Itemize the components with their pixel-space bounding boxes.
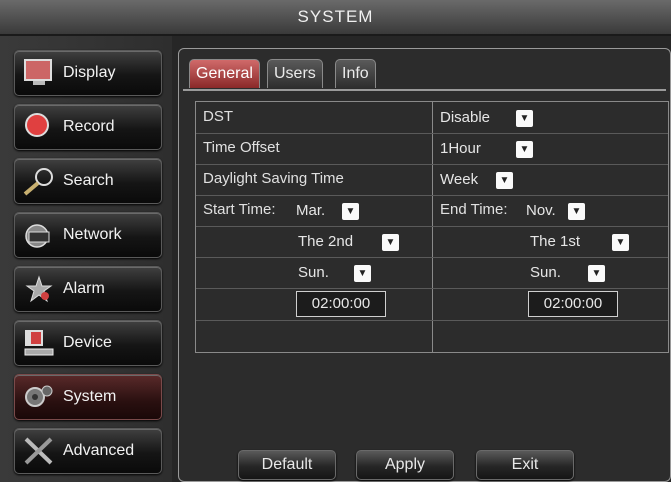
end-time-input[interactable]: 02:00:00 — [528, 291, 618, 317]
sidebar-item-label: Network — [63, 226, 122, 243]
sidebar-item-system[interactable]: System — [14, 374, 162, 420]
sidebar-item-label: Device — [63, 334, 112, 351]
end-day-value: Sun. — [530, 264, 561, 281]
record-icon — [23, 112, 55, 142]
row-divider — [196, 133, 668, 134]
start-month-select[interactable]: Mar. ▼ — [296, 199, 366, 223]
dst-value: Disable — [440, 109, 491, 126]
row-divider — [196, 288, 668, 289]
chevron-down-icon[interactable]: ▼ — [354, 265, 371, 282]
sidebar-item-record[interactable]: Record — [14, 104, 162, 150]
time-offset-value: 1Hour — [440, 140, 481, 157]
chevron-down-icon[interactable]: ▼ — [588, 265, 605, 282]
search-icon — [23, 166, 55, 196]
sidebar-item-device[interactable]: Device — [14, 320, 162, 366]
monitor-icon — [23, 58, 55, 88]
window-title: SYSTEM — [0, 0, 671, 36]
row-divider — [196, 320, 668, 321]
end-month-value: Nov. — [526, 202, 556, 219]
settings-panel-area: General Users Info DST Disable ▼ Time Of… — [172, 36, 671, 482]
sidebar-item-display[interactable]: Display — [14, 50, 162, 96]
dst-mode-value: Week — [440, 171, 479, 188]
tab-info[interactable]: Info — [335, 59, 376, 88]
sidebar-item-label: Search — [63, 172, 114, 189]
system-icon — [23, 382, 55, 412]
start-week-select[interactable]: The 2nd ▼ — [298, 230, 408, 254]
chevron-down-icon[interactable]: ▼ — [342, 203, 359, 220]
tab-general[interactable]: General — [189, 59, 260, 88]
dst-select[interactable]: Disable ▼ — [440, 106, 540, 130]
end-week-select[interactable]: The 1st ▼ — [530, 230, 640, 254]
alarm-icon — [23, 274, 55, 304]
dst-label: DST — [203, 108, 233, 125]
chevron-down-icon[interactable]: ▼ — [568, 203, 585, 220]
sidebar-item-label: Record — [63, 118, 115, 135]
start-day-value: Sun. — [298, 264, 329, 281]
tab-users[interactable]: Users — [267, 59, 323, 88]
settings-panel: General Users Info DST Disable ▼ Time Of… — [178, 48, 671, 482]
sidebar-item-network[interactable]: Network — [14, 212, 162, 258]
time-offset-label: Time Offset — [203, 139, 280, 156]
sidebar-item-advanced[interactable]: Advanced — [14, 428, 162, 474]
time-offset-select[interactable]: 1Hour ▼ — [440, 137, 540, 161]
sidebar-item-alarm[interactable]: Alarm — [14, 266, 162, 312]
end-month-select[interactable]: Nov. ▼ — [526, 199, 596, 223]
row-divider — [196, 226, 668, 227]
tab-divider — [183, 89, 666, 91]
sidebar: Display Record Search Network Alarm Devi… — [0, 36, 172, 482]
general-settings-table: DST Disable ▼ Time Offset 1Hour ▼ Daylig… — [195, 101, 669, 353]
start-month-value: Mar. — [296, 202, 326, 219]
start-time-label: Start Time: — [203, 201, 276, 218]
sidebar-item-label: Display — [63, 64, 116, 81]
start-day-select[interactable]: Sun. ▼ — [298, 261, 378, 285]
row-divider — [196, 164, 668, 165]
device-icon — [23, 328, 55, 358]
network-icon — [23, 220, 55, 250]
sidebar-item-label: Advanced — [63, 442, 135, 459]
end-week-value: The 1st — [530, 233, 581, 250]
column-divider — [432, 102, 433, 352]
apply-button[interactable]: Apply — [356, 450, 454, 480]
default-button[interactable]: Default — [238, 450, 336, 480]
start-time-input[interactable]: 02:00:00 — [296, 291, 386, 317]
chevron-down-icon[interactable]: ▼ — [516, 110, 533, 127]
chevron-down-icon[interactable]: ▼ — [612, 234, 629, 251]
dst-mode-select[interactable]: Week ▼ — [440, 168, 520, 192]
advanced-icon — [23, 436, 55, 466]
sidebar-item-label: System — [63, 388, 117, 405]
chevron-down-icon[interactable]: ▼ — [382, 234, 399, 251]
sidebar-item-label: Alarm — [63, 280, 105, 297]
sidebar-item-search[interactable]: Search — [14, 158, 162, 204]
exit-button[interactable]: Exit — [476, 450, 574, 480]
end-time-label: End Time: — [440, 201, 508, 218]
chevron-down-icon[interactable]: ▼ — [496, 172, 513, 189]
row-divider — [196, 257, 668, 258]
start-week-value: The 2nd — [298, 233, 354, 250]
row-divider — [196, 195, 668, 196]
chevron-down-icon[interactable]: ▼ — [516, 141, 533, 158]
dst-mode-label: Daylight Saving Time — [203, 170, 344, 187]
end-day-select[interactable]: Sun. ▼ — [530, 261, 610, 285]
